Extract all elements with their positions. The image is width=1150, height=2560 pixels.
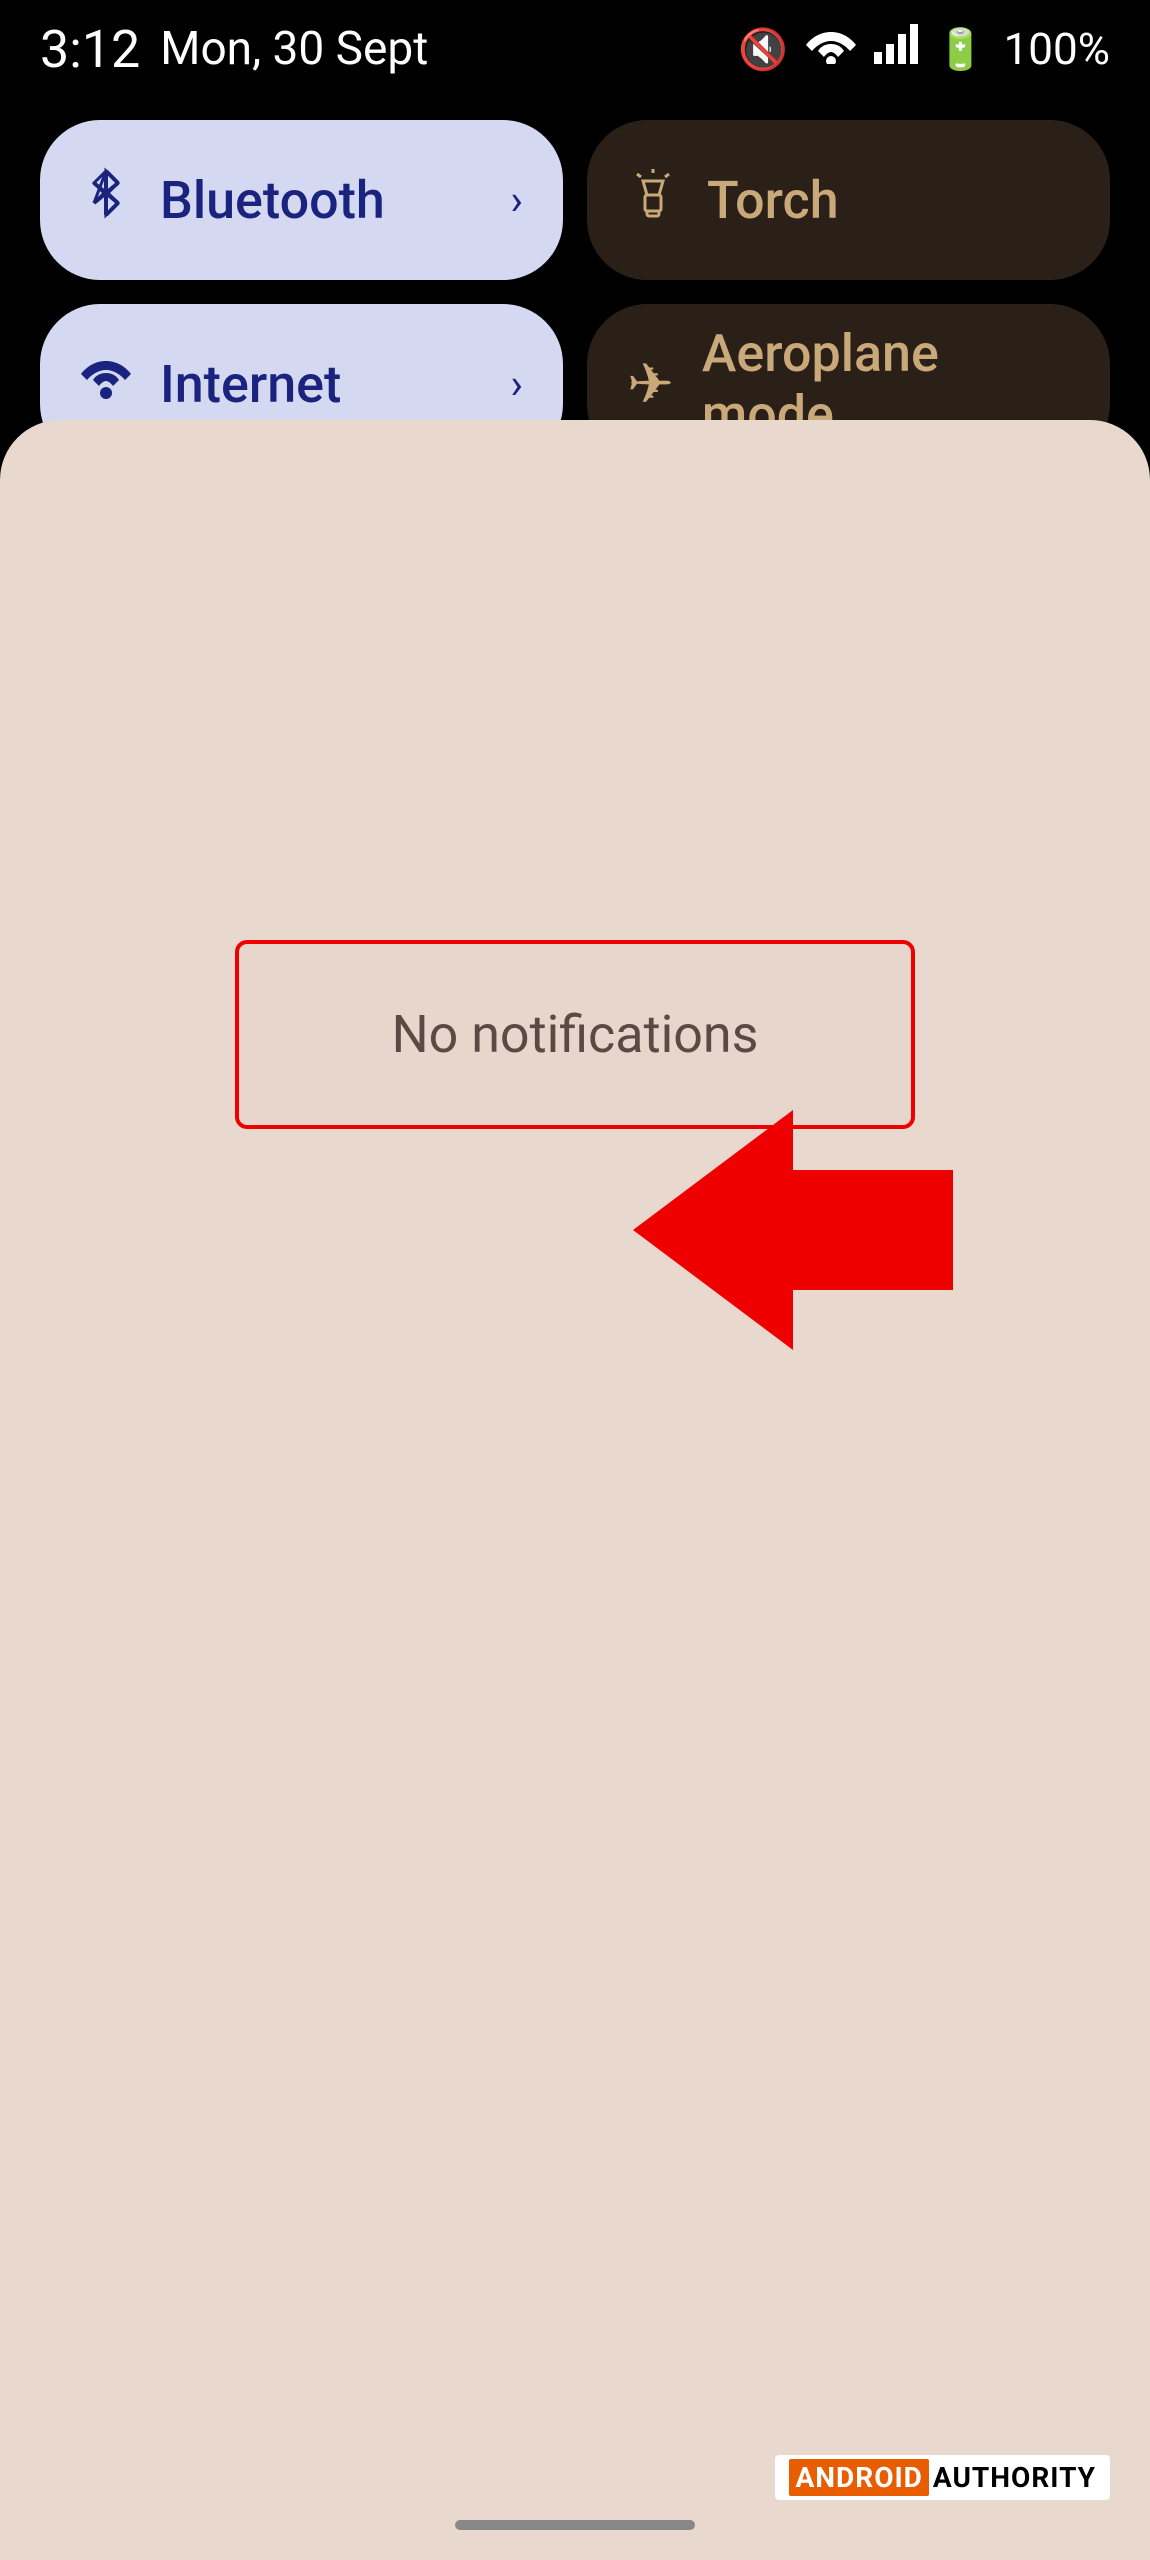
status-time: 3:12 <box>40 19 140 80</box>
mute-icon: 🔇 <box>738 26 788 73</box>
signal-icon <box>874 24 918 74</box>
arrow-indicator <box>633 1110 953 1354</box>
bluetooth-icon <box>80 167 132 233</box>
internet-wifi-icon <box>80 351 132 417</box>
no-notifications-container: No notifications <box>235 940 915 1129</box>
torch-label: Torch <box>707 170 1070 231</box>
internet-label: Internet <box>160 354 510 415</box>
no-notifications-box: No notifications <box>235 940 915 1129</box>
aeroplane-icon: ✈ <box>627 351 674 417</box>
battery-percentage: 100% <box>1004 23 1110 75</box>
status-date: Mon, 30 Sept <box>160 22 428 76</box>
bluetooth-label: Bluetooth <box>160 170 510 231</box>
watermark: ANDROIDAUTHORITY <box>775 2455 1110 2500</box>
internet-chevron[interactable]: › <box>510 360 523 409</box>
no-notifications-text: No notifications <box>392 1004 759 1065</box>
wifi-icon <box>806 24 856 74</box>
status-right: 🔇 🔋 100% <box>738 23 1110 75</box>
notification-area: No notifications <box>0 420 1150 2560</box>
torch-tile[interactable]: Torch <box>587 120 1110 280</box>
nav-bar <box>455 2520 695 2530</box>
torch-icon <box>627 167 679 233</box>
bluetooth-tile[interactable]: Bluetooth › <box>40 120 563 280</box>
status-bar: 3:12 Mon, 30 Sept 🔇 🔋 100% <box>0 0 1150 90</box>
bluetooth-chevron[interactable]: › <box>510 176 523 225</box>
watermark-suffix: AUTHORITY <box>933 2461 1096 2494</box>
watermark-brand: ANDROID <box>789 2459 928 2496</box>
battery-icon: 🔋 <box>936 26 986 73</box>
red-arrow-icon <box>633 1110 953 1350</box>
status-left: 3:12 Mon, 30 Sept <box>40 19 428 80</box>
